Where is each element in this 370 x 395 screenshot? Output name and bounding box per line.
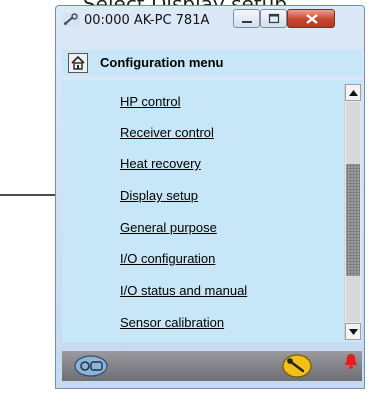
- menu-item-receiver-control[interactable]: Receiver control: [120, 125, 214, 140]
- wrench-tool-icon[interactable]: [282, 354, 312, 378]
- scroll-up-button[interactable]: [345, 84, 361, 101]
- wrench-app-icon: [62, 13, 80, 27]
- menu-header: Configuration menu: [62, 50, 362, 76]
- menu-item-general-purpose[interactable]: General purpose: [120, 220, 217, 235]
- scroll-down-button[interactable]: [345, 323, 361, 340]
- title-bar[interactable]: 00:000 AK-PC 781A: [56, 6, 364, 36]
- alarm-bell-icon[interactable]: [344, 353, 358, 369]
- status-bar: [62, 351, 362, 381]
- menu-item-sensor-calibration[interactable]: Sensor calibration: [120, 315, 224, 330]
- close-button[interactable]: [287, 9, 335, 28]
- minimize-icon: [242, 21, 252, 23]
- scrollbar-thumb[interactable]: [346, 164, 360, 276]
- menu-item-io-configuration[interactable]: I/O configuration: [120, 251, 215, 266]
- menu-item-io-status-and-manual[interactable]: I/O status and manual: [120, 283, 247, 298]
- arrow-down-icon: [349, 329, 358, 335]
- minimize-button[interactable]: [233, 9, 260, 28]
- maximize-icon: [268, 13, 280, 24]
- controller-connection-icon[interactable]: [74, 355, 108, 377]
- menu-list: HP control Receiver control Heat recover…: [62, 80, 362, 342]
- maximize-button[interactable]: [260, 9, 287, 28]
- app-window: 00:000 AK-PC 781A Configuration menu HP …: [55, 5, 365, 389]
- menu-item-hp-control[interactable]: HP control: [120, 94, 180, 109]
- menu-title: Configuration menu: [100, 55, 224, 70]
- home-icon[interactable]: [68, 53, 88, 73]
- window-title: 00:000 AK-PC 781A: [84, 13, 210, 28]
- menu-item-heat-recovery[interactable]: Heat recovery: [120, 156, 201, 171]
- close-icon: [306, 14, 318, 24]
- arrow-up-icon: [349, 90, 358, 96]
- menu-item-display-setup[interactable]: Display setup: [120, 188, 198, 203]
- vertical-scrollbar[interactable]: [344, 84, 361, 340]
